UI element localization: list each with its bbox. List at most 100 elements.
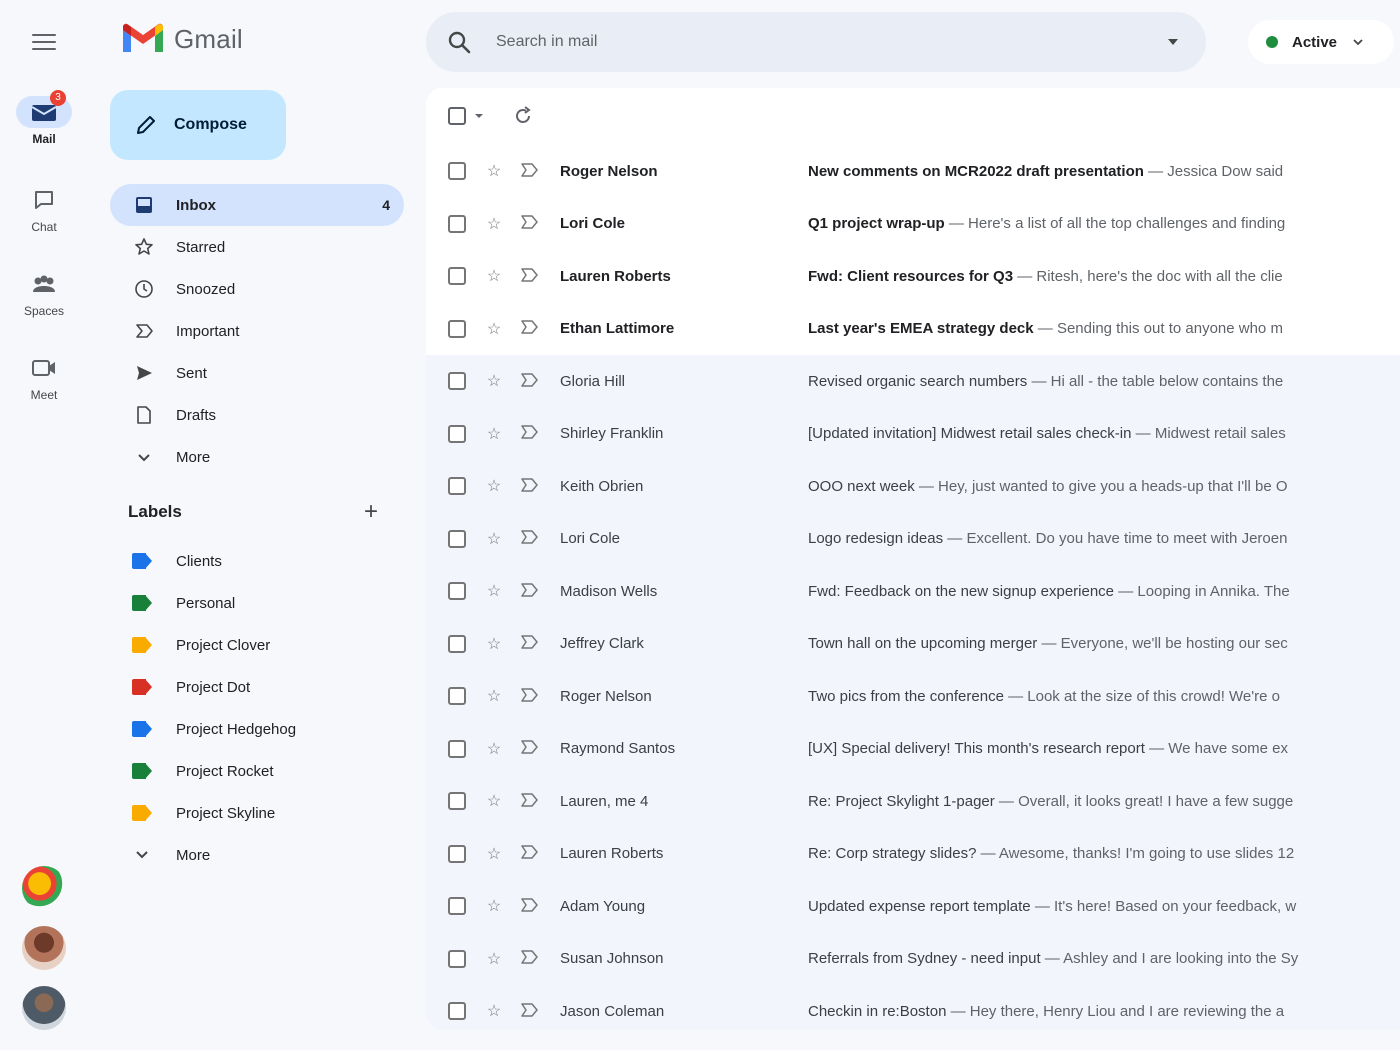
row-checkbox[interactable] [448, 477, 466, 496]
gmail-logo[interactable]: Gmail [120, 22, 243, 56]
sidebar-item-drafts[interactable]: Drafts [110, 394, 404, 436]
row-checkbox[interactable] [448, 582, 466, 601]
labels-more[interactable]: More [110, 834, 404, 876]
add-label-button[interactable]: + [364, 500, 378, 524]
star-icon[interactable]: ☆ [484, 844, 504, 864]
mail-row[interactable]: ☆ Susan Johnson Referrals from Sydney - … [426, 932, 1400, 985]
row-checkbox[interactable] [448, 214, 466, 233]
star-icon[interactable]: ☆ [484, 266, 504, 286]
important-marker-icon[interactable] [520, 478, 540, 495]
mail-row[interactable]: ☆ Madison Wells Fwd: Feedback on the new… [426, 565, 1400, 618]
status-selector[interactable]: Active [1248, 20, 1394, 64]
label-item[interactable]: Project Skyline [110, 792, 404, 834]
star-icon[interactable]: ☆ [484, 949, 504, 969]
label-item[interactable]: Personal [110, 582, 404, 624]
important-marker-icon[interactable] [520, 163, 540, 180]
important-marker-icon[interactable] [520, 425, 540, 442]
avatar[interactable] [22, 926, 66, 970]
important-marker-icon[interactable] [520, 950, 540, 967]
row-checkbox[interactable] [448, 634, 466, 653]
row-checkbox[interactable] [448, 897, 466, 916]
mail-row[interactable]: ☆ Lauren Roberts Re: Corp strategy slide… [426, 827, 1400, 880]
mail-row[interactable]: ☆ Keith Obrien OOO next week — Hey, just… [426, 460, 1400, 513]
sidebar-item-more[interactable]: More [110, 436, 404, 478]
important-marker-icon[interactable] [520, 215, 540, 232]
important-marker-icon[interactable] [520, 845, 540, 862]
star-icon[interactable]: ☆ [484, 739, 504, 759]
star-icon[interactable]: ☆ [484, 424, 504, 444]
search-options-icon[interactable] [1164, 33, 1182, 51]
important-marker-icon[interactable] [520, 898, 540, 915]
important-marker-icon[interactable] [520, 793, 540, 810]
sidebar-item-inbox[interactable]: Inbox 4 [110, 184, 404, 226]
row-checkbox[interactable] [448, 687, 466, 706]
select-all-checkbox[interactable] [448, 107, 466, 125]
mail-row[interactable]: ☆ Jeffrey Clark Town hall on the upcomin… [426, 617, 1400, 670]
important-marker-icon[interactable] [520, 268, 540, 285]
gemini-sparkle-icon[interactable] [22, 866, 66, 910]
mail-row[interactable]: ☆ Ethan Lattimore Last year's EMEA strat… [426, 303, 1400, 356]
important-marker-icon[interactable] [520, 1003, 540, 1020]
rail-item-mail[interactable]: 3 Mail [0, 90, 88, 146]
label-item[interactable]: Project Dot [110, 666, 404, 708]
label-item[interactable]: Clients [110, 540, 404, 582]
important-marker-icon[interactable] [520, 373, 540, 390]
row-checkbox[interactable] [448, 162, 466, 181]
mail-row[interactable]: ☆ Roger Nelson Two pics from the confere… [426, 670, 1400, 723]
mail-row[interactable]: ☆ Adam Young Updated expense report temp… [426, 880, 1400, 933]
row-checkbox[interactable] [448, 267, 466, 286]
star-icon[interactable]: ☆ [484, 686, 504, 706]
search-icon[interactable] [446, 29, 472, 55]
sidebar-item-sent[interactable]: Sent [110, 352, 404, 394]
sidebar-item-starred[interactable]: Starred [110, 226, 404, 268]
rail-item-spaces[interactable]: Spaces [0, 268, 88, 318]
important-marker-icon[interactable] [520, 530, 540, 547]
label-item[interactable]: Project Rocket [110, 750, 404, 792]
mail-row[interactable]: ☆ Raymond Santos [UX] Special delivery! … [426, 722, 1400, 775]
row-checkbox[interactable] [448, 529, 466, 548]
row-checkbox[interactable] [448, 792, 466, 811]
important-marker-icon[interactable] [520, 635, 540, 652]
mail-row[interactable]: ☆ Shirley Franklin [Updated invitation] … [426, 407, 1400, 460]
sidebar-item-snoozed[interactable]: Snoozed [110, 268, 404, 310]
row-checkbox[interactable] [448, 1002, 466, 1021]
mail-row[interactable]: ☆ Lori Cole Q1 project wrap-up — Here's … [426, 198, 1400, 251]
mail-row[interactable]: ☆ Roger Nelson New comments on MCR2022 d… [426, 145, 1400, 198]
star-icon[interactable]: ☆ [484, 581, 504, 601]
refresh-icon[interactable] [512, 105, 534, 127]
star-icon[interactable]: ☆ [484, 529, 504, 549]
important-marker-icon[interactable] [520, 740, 540, 757]
compose-button[interactable]: Compose [110, 90, 286, 160]
star-icon[interactable]: ☆ [484, 896, 504, 916]
mail-row[interactable]: ☆ Lauren Roberts Fwd: Client resources f… [426, 250, 1400, 303]
mail-row[interactable]: ☆ Lauren, me 4 Re: Project Skylight 1-pa… [426, 775, 1400, 828]
rail-item-chat[interactable]: Chat [0, 184, 88, 234]
important-marker-icon[interactable] [520, 320, 540, 337]
star-icon[interactable]: ☆ [484, 476, 504, 496]
avatar[interactable] [22, 986, 66, 1030]
star-icon[interactable]: ☆ [484, 791, 504, 811]
search-input[interactable] [496, 33, 1164, 51]
star-icon[interactable]: ☆ [484, 319, 504, 339]
sidebar-item-important[interactable]: Important [110, 310, 404, 352]
row-checkbox[interactable] [448, 319, 466, 338]
row-checkbox[interactable] [448, 424, 466, 443]
star-icon[interactable]: ☆ [484, 214, 504, 234]
row-checkbox[interactable] [448, 949, 466, 968]
rail-item-meet[interactable]: Meet [0, 352, 88, 402]
mail-row[interactable]: ☆ Lori Cole Logo redesign ideas — Excell… [426, 512, 1400, 565]
label-item[interactable]: Project Clover [110, 624, 404, 666]
label-item[interactable]: Project Hedgehog [110, 708, 404, 750]
star-icon[interactable]: ☆ [484, 1001, 504, 1021]
row-checkbox[interactable] [448, 372, 466, 391]
main-menu-button[interactable] [30, 30, 58, 54]
select-dropdown-icon[interactable] [472, 109, 486, 123]
mail-row[interactable]: ☆ Gloria Hill Revised organic search num… [426, 355, 1400, 408]
mail-row[interactable]: ☆ Jason Coleman Checkin in re:Boston — H… [426, 985, 1400, 1030]
star-icon[interactable]: ☆ [484, 161, 504, 181]
important-marker-icon[interactable] [520, 583, 540, 600]
row-checkbox[interactable] [448, 739, 466, 758]
row-checkbox[interactable] [448, 844, 466, 863]
star-icon[interactable]: ☆ [484, 371, 504, 391]
important-marker-icon[interactable] [520, 688, 540, 705]
